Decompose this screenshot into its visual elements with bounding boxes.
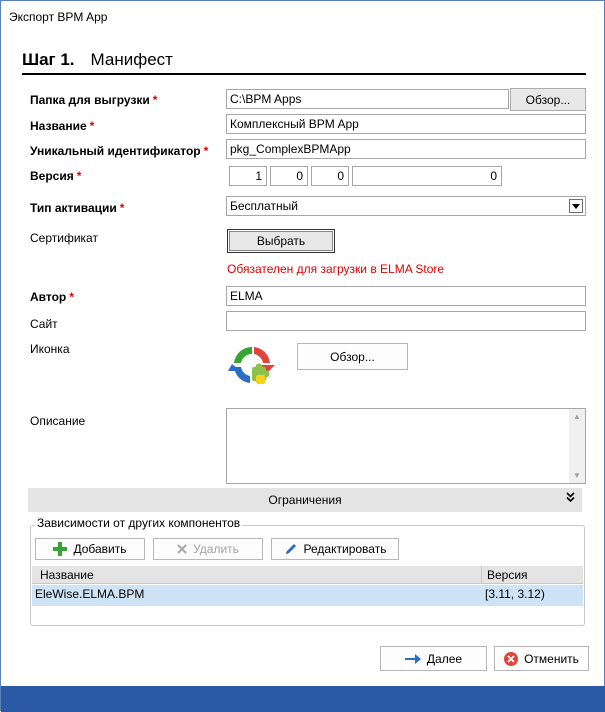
author-label: Автор * <box>30 290 74 304</box>
unique-id-label: Уникальный идентификатор * <box>30 144 209 158</box>
delete-dependency-button[interactable]: Удалить <box>153 538 263 560</box>
step-number: Шаг 1. <box>22 50 75 69</box>
required-mark: * <box>76 169 82 183</box>
footer-bar <box>1 686 605 712</box>
next-label: Далее <box>426 651 463 666</box>
icon-label: Иконка <box>30 342 70 356</box>
unique-id-input[interactable]: pkg_ComplexBPMApp <box>226 139 586 159</box>
add-dependency-button[interactable]: Добавить <box>35 538 145 560</box>
description-scrollbar[interactable]: ▲ ▼ <box>569 409 585 483</box>
export-bpm-app-dialog: Экспорт BPM App Шаг 1. Манифест Папка для… <box>0 0 605 712</box>
table-row[interactable]: EleWise.ELMA.BPM [3.11, 3.12) <box>32 585 583 606</box>
dependencies-table-header: Название Версия <box>32 566 583 584</box>
close-icon <box>177 544 187 554</box>
version-minor-input[interactable]: 0 <box>270 166 308 186</box>
required-mark: * <box>69 290 74 304</box>
edit-dependency-button[interactable]: Редактировать <box>271 538 399 560</box>
description-textarea[interactable]: ▲ ▼ <box>226 408 586 484</box>
plus-icon <box>53 542 68 556</box>
select-certificate-button[interactable]: Выбрать <box>227 229 335 253</box>
delete-dependency-label: Удалить <box>193 542 239 556</box>
double-chevron-down-icon[interactable] <box>566 491 575 505</box>
column-header-name[interactable]: Название <box>40 568 94 582</box>
author-input[interactable]: ELMA <box>226 286 586 306</box>
required-mark: * <box>89 119 95 133</box>
site-input[interactable] <box>226 311 586 331</box>
window-title: Экспорт BPM App <box>9 10 108 24</box>
activation-type-value: Бесплатный <box>230 199 298 213</box>
export-folder-label: Папка для выгрузки * <box>30 93 158 107</box>
cancel-label: Отменить <box>524 651 579 666</box>
name-label: Название * <box>30 119 95 133</box>
cancel-button[interactable]: Отменить <box>494 646 589 671</box>
version-major-input[interactable]: 1 <box>229 166 267 186</box>
site-label: Сайт <box>30 317 58 331</box>
chevron-down-icon[interactable] <box>569 199 583 213</box>
name-input[interactable]: Комплексный BPM App <box>226 114 586 134</box>
next-button[interactable]: Далее <box>380 646 487 671</box>
activation-type-select[interactable]: Бесплатный <box>226 196 586 216</box>
pencil-icon <box>284 542 298 556</box>
dependencies-group-title: Зависимости от других компонентов <box>35 516 243 530</box>
limits-label: Ограничения <box>268 493 342 507</box>
edit-dependency-label: Редактировать <box>303 542 387 556</box>
step-header: Шаг 1. Манифест <box>22 50 173 70</box>
arrow-right-icon <box>404 653 421 665</box>
icon-browse-button[interactable]: Обзор... <box>297 343 408 370</box>
column-header-version[interactable]: Версия <box>487 568 528 582</box>
scroll-down-icon[interactable]: ▼ <box>573 471 581 480</box>
dependency-name: EleWise.ELMA.BPM <box>35 587 145 601</box>
required-mark: * <box>203 144 209 158</box>
dependency-version: [3.11, 3.12) <box>485 587 545 601</box>
column-divider[interactable] <box>481 566 482 583</box>
activation-type-label: Тип активации * <box>30 201 125 215</box>
app-logo-icon <box>228 341 276 389</box>
version-build-input[interactable]: 0 <box>311 166 349 186</box>
certificate-label: Сертификат <box>30 231 98 245</box>
export-folder-browse-button[interactable]: Обзор... <box>510 88 586 111</box>
add-dependency-label: Добавить <box>73 542 127 556</box>
step-divider <box>22 73 586 75</box>
version-revision-input[interactable]: 0 <box>352 166 502 186</box>
version-label: Версия * <box>30 169 82 183</box>
required-mark: * <box>152 93 158 107</box>
required-mark: * <box>119 201 125 215</box>
cancel-circle-icon <box>504 651 519 666</box>
description-label: Описание <box>30 414 86 428</box>
export-folder-input[interactable]: C:\BPM Apps <box>226 89 509 109</box>
scroll-up-icon[interactable]: ▲ <box>573 412 581 421</box>
step-name: Манифест <box>90 50 173 69</box>
limits-section-header[interactable]: Ограничения <box>28 488 582 512</box>
certificate-hint: Обязателен для загрузки в ELMA Store <box>227 262 445 276</box>
